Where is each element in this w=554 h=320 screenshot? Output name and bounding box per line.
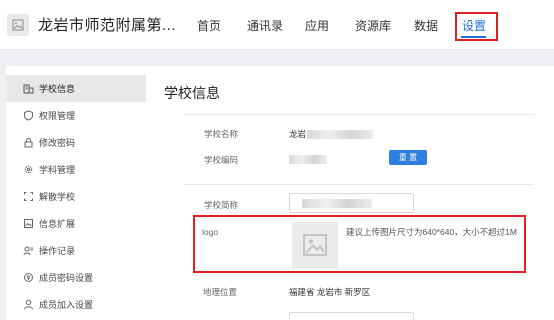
image-placeholder-icon	[12, 19, 24, 31]
sidebar-item-label: 操作记录	[39, 246, 76, 256]
sidebar-item-info-extension[interactable]: 信息扩展	[6, 210, 146, 237]
sidebar-item-label: 信息扩展	[39, 219, 76, 229]
school-info-panel: 学校信息 学校名称 龙岩 学校编码 重 置 学校简称 logo 建议上传图片尺寸…	[146, 66, 554, 320]
sidebar-item-dissolve-school[interactable]: 解散学校	[6, 183, 146, 210]
page-title: 学校信息	[164, 85, 220, 101]
short-name-input[interactable]	[289, 193, 414, 213]
sidebar-item-label: 学校信息	[39, 84, 76, 94]
reset-code-button[interactable]: 重 置	[389, 150, 427, 165]
nav-home[interactable]: 首页	[197, 17, 221, 34]
record-icon	[22, 245, 34, 257]
redacted-text	[307, 130, 374, 140]
image-icon	[22, 218, 34, 230]
active-tab-indicator	[461, 36, 486, 38]
redacted-short-name	[302, 199, 372, 208]
logo-label: logo	[202, 227, 219, 237]
sidebar-item-label: 修改密码	[39, 138, 76, 148]
logo-upload[interactable]	[292, 222, 338, 268]
school-logo	[7, 14, 29, 36]
divider	[184, 184, 534, 185]
building-icon	[22, 83, 34, 95]
short-name-label: 学校简称	[204, 200, 239, 210]
sidebar-item-school-info[interactable]: 学校信息	[6, 75, 146, 102]
app-window: 龙岩市师范附属第... 首页 通讯录 应用 资源库 数据 设置 学校信息 权限管…	[0, 0, 554, 320]
school-name-value: 龙岩	[289, 128, 374, 140]
key-icon	[22, 272, 34, 284]
sidebar-item-permissions[interactable]: 权限管理	[6, 102, 146, 129]
settings-sidebar: 学校信息 权限管理 修改密码 学科管理 解散学校 信息扩展 操作记录 成员密码设…	[6, 66, 146, 320]
logo-upload-hint: 建议上传图片尺寸为640*640，大小不超过1M	[346, 227, 517, 237]
address-input[interactable]	[289, 312, 414, 320]
school-code-label: 学校编码	[204, 155, 239, 165]
image-placeholder-icon	[303, 234, 327, 256]
sidebar-item-operation-log[interactable]: 操作记录	[6, 237, 146, 264]
nav-apps[interactable]: 应用	[305, 17, 329, 34]
sidebar-item-label: 权限管理	[39, 111, 76, 121]
sidebar-item-label: 解散学校	[39, 192, 76, 202]
lock-icon	[22, 137, 34, 149]
sidebar-item-member-join[interactable]: 成员加入设置	[6, 291, 146, 318]
school-name-label: 学校名称	[204, 129, 239, 139]
highlight-box-logo	[193, 215, 526, 273]
nav-settings[interactable]: 设置	[462, 17, 486, 34]
nav-resource-library[interactable]: 资源库	[355, 17, 391, 34]
shield-icon	[22, 110, 34, 122]
sidebar-item-member-password[interactable]: 成员密码设置	[6, 264, 146, 291]
location-label: 地理位置	[203, 287, 238, 297]
nav-contacts[interactable]: 通讯录	[247, 17, 283, 34]
school-title: 龙岩市师范附属第...	[38, 17, 177, 34]
nav-data[interactable]: 数据	[414, 17, 438, 34]
sidebar-item-change-password[interactable]: 修改密码	[6, 129, 146, 156]
redacted-code	[289, 155, 327, 165]
dissolve-icon	[22, 191, 34, 203]
user-icon	[22, 299, 34, 311]
sidebar-item-label: 成员密码设置	[39, 273, 94, 283]
school-name-text: 龙岩	[289, 129, 307, 139]
top-navigation-bar: 龙岩市师范附属第... 首页 通讯录 应用 资源库 数据 设置	[0, 0, 554, 50]
divider	[184, 114, 534, 115]
gear-icon	[22, 164, 34, 176]
sidebar-item-label: 成员加入设置	[39, 300, 94, 310]
school-code-value	[289, 154, 327, 165]
sidebar-item-subjects[interactable]: 学科管理	[6, 156, 146, 183]
sidebar-item-label: 学科管理	[39, 165, 76, 175]
location-value: 福建省 龙岩市 新罗区	[289, 287, 371, 297]
